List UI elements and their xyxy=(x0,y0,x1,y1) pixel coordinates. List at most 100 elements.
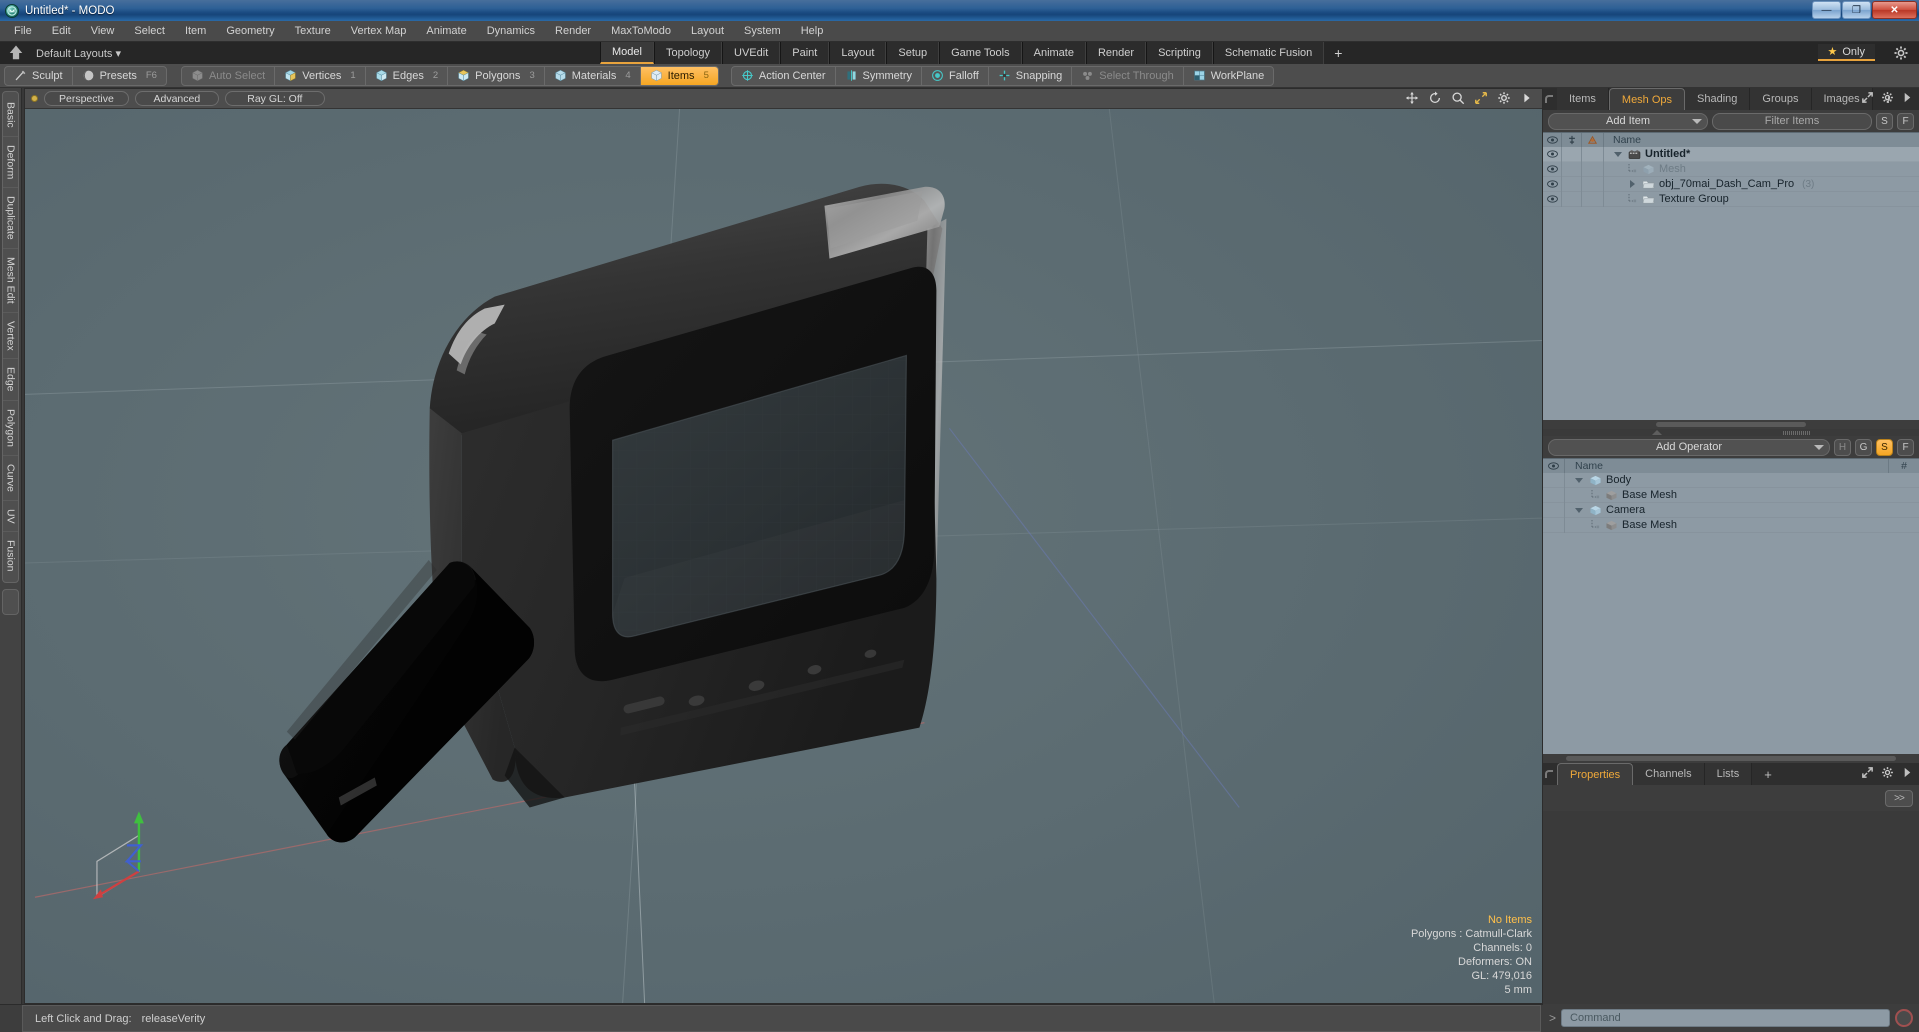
menu-item-system[interactable]: System xyxy=(734,23,791,39)
default-layouts-label[interactable]: Default Layouts ▾ xyxy=(36,47,121,60)
mesh-ops-list-row[interactable]: Body xyxy=(1543,473,1919,488)
tool-falloff[interactable]: Falloff xyxy=(922,66,989,85)
scrollbar-thumb[interactable] xyxy=(1655,422,1807,427)
menu-item-vertex-map[interactable]: Vertex Map xyxy=(341,23,417,39)
menu-item-dynamics[interactable]: Dynamics xyxy=(477,23,545,39)
mesh-ops-list-row[interactable]: Base Mesh xyxy=(1543,487,1919,503)
tool-vertices[interactable]: Vertices 1 xyxy=(275,66,366,85)
zoom-icon[interactable] xyxy=(1451,91,1465,110)
visibility-eye-icon[interactable] xyxy=(1543,147,1562,162)
menu-item-geometry[interactable]: Geometry xyxy=(216,23,284,39)
meshops-h-button[interactable]: H xyxy=(1834,438,1851,456)
layout-tab-animate[interactable]: Animate xyxy=(1021,42,1086,64)
tab-channels[interactable]: Channels xyxy=(1633,763,1705,785)
expand-icon[interactable] xyxy=(1861,766,1874,784)
close-button[interactable]: ✕ xyxy=(1872,1,1917,19)
lock-cell[interactable] xyxy=(1562,147,1582,162)
mesh-ops-visibility-cell[interactable] xyxy=(1543,473,1565,488)
layout-tab-layout[interactable]: Layout xyxy=(829,42,887,64)
menu-item-select[interactable]: Select xyxy=(124,23,175,39)
visibility-eye-icon[interactable] xyxy=(1543,191,1562,207)
rail-tab-uv[interactable]: UV xyxy=(3,501,18,533)
tab-shading[interactable]: Shading xyxy=(1685,88,1751,110)
rail-tab-curve[interactable]: Curve xyxy=(3,456,18,501)
layout-tab-render[interactable]: Render xyxy=(1085,42,1147,64)
mesh-ops-list-row[interactable]: Camera xyxy=(1543,502,1919,518)
mesh-ops-visibility-cell[interactable] xyxy=(1543,487,1565,503)
tool-action-center[interactable]: Action Center xyxy=(732,66,836,85)
tab-mesh-ops[interactable]: Mesh Ops xyxy=(1608,88,1686,110)
move-icon[interactable] xyxy=(1405,91,1419,110)
command-input[interactable]: Command xyxy=(1561,1009,1890,1027)
menu-item-view[interactable]: View xyxy=(81,23,125,39)
mesh-ops-list[interactable]: Body Base Mesh Camera Base Mesh xyxy=(1543,473,1919,754)
menu-item-animate[interactable]: Animate xyxy=(416,23,476,39)
layout-tab-model[interactable]: Model xyxy=(600,42,654,64)
render-cell[interactable] xyxy=(1582,147,1604,162)
tool-edges[interactable]: Edges 2 xyxy=(366,66,449,85)
fit-icon[interactable] xyxy=(1474,91,1488,110)
maximize-button[interactable]: ❐ xyxy=(1842,1,1871,19)
visibility-eye-icon[interactable] xyxy=(1543,176,1562,192)
left-rail-extra-group[interactable] xyxy=(2,588,19,615)
meshops-g-button[interactable]: G xyxy=(1855,438,1872,456)
items-list-row[interactable]: Texture Group xyxy=(1543,191,1919,207)
tool-polygons[interactable]: Polygons 3 xyxy=(448,66,545,85)
gear-icon[interactable] xyxy=(1893,45,1909,61)
panel-splitter[interactable] xyxy=(1543,429,1919,436)
render-cell[interactable] xyxy=(1582,176,1604,192)
layout-tab-schematic-fusion[interactable]: Schematic Fusion xyxy=(1212,42,1325,64)
rail-tab-fusion[interactable]: Fusion xyxy=(3,532,18,580)
lock-cell[interactable] xyxy=(1562,191,1582,207)
rail-tab-deform[interactable]: Deform xyxy=(3,137,18,189)
layout-tab-setup[interactable]: Setup xyxy=(886,42,940,64)
meshops-f-button[interactable]: F xyxy=(1897,438,1914,456)
only-toggle-button[interactable]: ★ Only xyxy=(1817,44,1875,61)
menu-item-help[interactable]: Help xyxy=(791,23,834,39)
rail-tab-basic[interactable]: Basic xyxy=(3,94,18,137)
items-list-row[interactable]: obj_70mai_Dash_Cam_Pro (3) xyxy=(1543,176,1919,192)
rail-tab-duplicate[interactable]: Duplicate xyxy=(3,188,18,249)
items-filter-button[interactable]: F xyxy=(1897,112,1914,130)
rotate-icon[interactable] xyxy=(1428,91,1442,110)
layout-tab-scripting[interactable]: Scripting xyxy=(1146,42,1213,64)
viewport-raygl-button[interactable]: Ray GL: Off xyxy=(224,91,325,106)
viewport-projection-button[interactable]: Perspective xyxy=(44,91,129,106)
expander-collapse-icon[interactable] xyxy=(1573,477,1585,483)
lock-cell[interactable] xyxy=(1562,176,1582,192)
visibility-eye-icon[interactable] xyxy=(1543,161,1562,177)
tool-auto-select[interactable]: Auto Select xyxy=(182,66,276,85)
items-horizontal-scrollbar[interactable] xyxy=(1543,420,1919,429)
rail-tab-mesh-edit[interactable]: Mesh Edit xyxy=(3,249,18,313)
add-layout-tab-button[interactable]: + xyxy=(1324,42,1352,64)
menu-item-layout[interactable]: Layout xyxy=(681,23,734,39)
viewport-3d[interactable]: Perspective Advanced Ray GL: Off No Item… xyxy=(24,88,1543,1004)
add-item-button[interactable]: Add Item xyxy=(1548,112,1708,130)
gear-icon[interactable] xyxy=(1881,91,1894,109)
items-list[interactable]: Untitled* Mesh obj_70mai_Dash_Cam_Pro (3) Te… xyxy=(1543,147,1919,420)
tool-snapping[interactable]: Snapping xyxy=(989,66,1073,85)
rail-tab-vertex[interactable]: Vertex xyxy=(3,313,18,360)
expander-collapse-icon[interactable] xyxy=(1573,507,1585,513)
menu-item-file[interactable]: File xyxy=(4,23,42,39)
properties-expand-button[interactable]: >> xyxy=(1885,789,1913,807)
expander-expand-icon[interactable] xyxy=(1626,180,1638,188)
menu-item-render[interactable]: Render xyxy=(545,23,601,39)
meshops-s-button[interactable]: S xyxy=(1876,438,1893,456)
tool-sculpt[interactable]: Sculpt xyxy=(5,66,73,85)
viewport-canvas[interactable]: No Items Polygons : Catmull-Clark Channe… xyxy=(25,109,1542,1003)
tool-symmetry[interactable]: Symmetry xyxy=(836,66,923,85)
tab-items[interactable]: Items xyxy=(1557,88,1609,110)
gear-icon[interactable] xyxy=(1881,766,1894,784)
render-cell[interactable] xyxy=(1582,191,1604,207)
menu-item-texture[interactable]: Texture xyxy=(285,23,341,39)
items-list-row[interactable]: Mesh xyxy=(1543,161,1919,177)
splitter-collapse-arrow[interactable] xyxy=(1652,430,1662,435)
expand-icon[interactable] xyxy=(1861,91,1874,109)
tool-materials[interactable]: Materials 4 xyxy=(545,66,641,85)
rail-tab-edge[interactable]: Edge xyxy=(3,359,18,401)
tool-presets[interactable]: Presets F6 xyxy=(73,67,166,85)
mesh-ops-visibility-cell[interactable] xyxy=(1543,517,1565,533)
tab-lists[interactable]: Lists xyxy=(1704,763,1753,785)
layout-tab-uvedit[interactable]: UVEdit xyxy=(722,42,781,64)
